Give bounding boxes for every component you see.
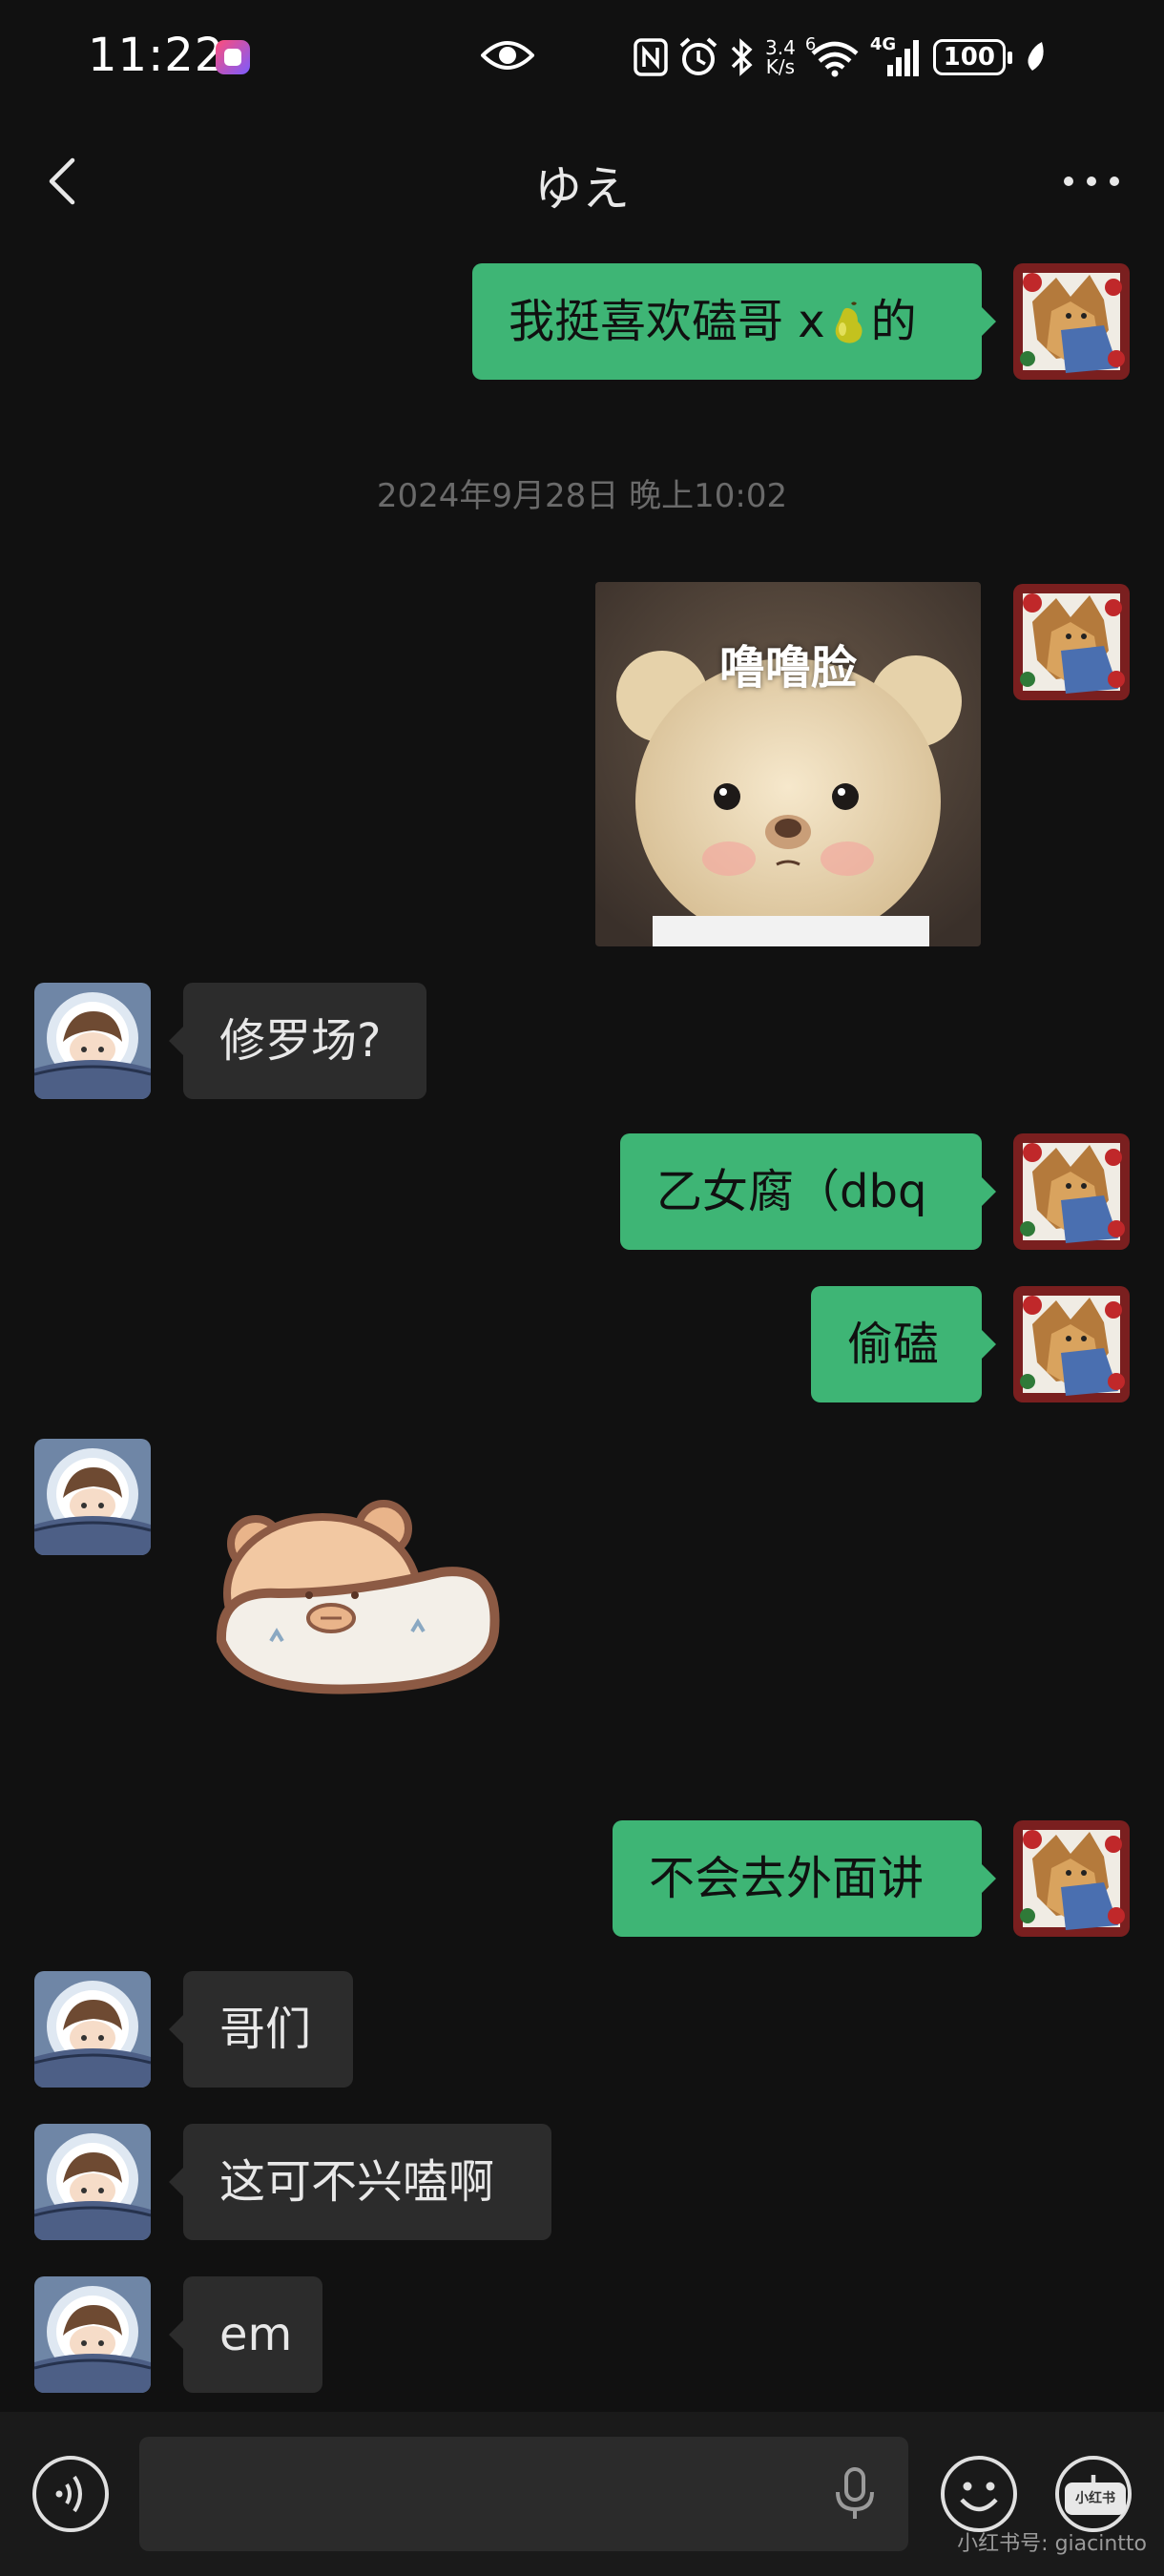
status-time: 11:22 (88, 29, 225, 82)
wifi-icon: 6 (805, 34, 861, 78)
avatar-contact[interactable] (34, 1439, 151, 1555)
message-bubble-sent[interactable]: 偷磕 (811, 1286, 996, 1402)
sticker-caption: 噜噜脸 (718, 641, 857, 695)
message-text: 我挺喜欢磕哥 x (509, 295, 825, 348)
message-bubble-received[interactable]: 修罗场? (169, 983, 426, 1099)
bluetooth-icon (731, 38, 753, 76)
message-text: 不会去外面讲 (649, 1852, 925, 1905)
message-text: 这可不兴嗑啊 (219, 2155, 495, 2209)
message-bubble-sent[interactable]: 我挺喜欢磕哥 x 的 (472, 263, 996, 380)
message-text: 偷磕 (847, 1318, 940, 1371)
message-bubble-received[interactable]: em (169, 2276, 322, 2393)
avatar-self[interactable] (1013, 263, 1130, 380)
message-bubble-sent[interactable]: 不会去外面讲 (613, 1820, 996, 1937)
message-text: 乙女腐（dbq (656, 1165, 927, 1218)
message-bubble-received[interactable]: 哥们 (169, 1971, 353, 2088)
sticker-hamster-image[interactable] (202, 1498, 513, 1717)
message-text: 哥们 (219, 2003, 312, 2056)
avatar-contact[interactable] (34, 1971, 151, 2088)
message-bubble-received[interactable]: 这可不兴嗑啊 (169, 2124, 551, 2240)
timestamp: 2024年9月28日 晚上10:02 (376, 477, 788, 515)
message-text: 的 (870, 295, 917, 348)
emoji-icon[interactable] (939, 2454, 1019, 2534)
voice-icon[interactable] (31, 2454, 111, 2534)
message-bubble-sent[interactable]: 乙女腐（dbq (620, 1133, 996, 1250)
avatar-contact[interactable] (34, 2276, 151, 2393)
network-speed: 3.4 K/s (765, 36, 796, 78)
chat-header: ゆえ (0, 134, 1164, 229)
signal-icon: 4G (870, 34, 924, 78)
avatar-self[interactable] (1013, 584, 1130, 700)
more-dots-icon[interactable] (1057, 155, 1126, 208)
nfc-icon (634, 38, 668, 76)
battery-icon: 100 (932, 39, 1012, 75)
app-notification-icon (216, 40, 250, 74)
message-text: 修罗场? (219, 1014, 382, 1068)
avatar-self[interactable] (1013, 1133, 1130, 1250)
eye-icon (481, 41, 534, 70)
message-input[interactable] (139, 2437, 908, 2551)
avatar-self[interactable] (1013, 1820, 1130, 1937)
sticker-bear-image[interactable]: 噜噜脸 (595, 582, 981, 946)
watermark-badge: 小红书 (1065, 2483, 1126, 2515)
avatar-contact[interactable] (34, 983, 151, 1099)
microphone-icon[interactable] (832, 2465, 878, 2523)
pear-emoji-icon (835, 301, 863, 343)
avatar-contact[interactable] (34, 2124, 151, 2240)
leaf-icon (1028, 42, 1044, 71)
message-text: em (219, 2308, 293, 2361)
alarm-icon (679, 37, 717, 75)
status-bar: 11:22 3.4 K/s 6 4G 100 (0, 0, 1164, 114)
watermark-text: 小红书号: giacintto (957, 2532, 1147, 2556)
avatar-self[interactable] (1013, 1286, 1130, 1402)
status-icons: 3.4 K/s 6 4G 100 (634, 31, 1048, 84)
chat-title: ゆえ (534, 161, 630, 217)
